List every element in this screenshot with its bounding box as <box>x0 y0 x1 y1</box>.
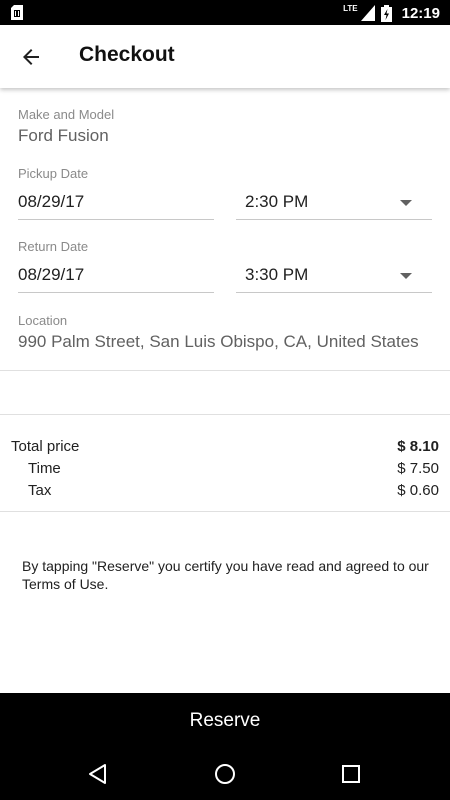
return-date-label: Return Date <box>18 239 89 254</box>
terms-text: By tapping "Reserve" you certify you hav… <box>22 558 429 592</box>
dropdown-arrow-icon <box>400 273 412 279</box>
status-time: 12:19 <box>401 4 440 22</box>
tax-label: Tax <box>28 482 52 499</box>
divider <box>0 511 450 512</box>
pickup-time-dropdown[interactable]: 2:30 PM <box>236 188 432 220</box>
return-date-value: 08/29/17 <box>18 265 85 284</box>
tax-value: $ 0.60 <box>397 482 439 499</box>
location-value: 990 Palm Street, San Luis Obispo, CA, Un… <box>18 332 419 351</box>
signal-icon <box>360 5 375 21</box>
total-price-value: $ 8.10 <box>397 438 439 455</box>
return-date-field[interactable]: 08/29/17 <box>18 261 214 293</box>
divider <box>0 370 450 371</box>
network-type: LTE <box>343 4 358 13</box>
page-title: Checkout <box>79 43 175 66</box>
pickup-time-value: 2:30 PM <box>245 192 309 211</box>
divider <box>0 414 450 415</box>
reserve-button[interactable]: Reserve <box>0 693 450 749</box>
home-circle-icon[interactable] <box>213 762 237 786</box>
app-bar: Checkout <box>0 25 450 88</box>
recents-square-icon[interactable] <box>339 762 363 786</box>
location-label: Location <box>18 313 68 328</box>
time-price-value: $ 7.50 <box>397 460 439 477</box>
total-price-label: Total price <box>11 438 80 455</box>
make-model-value: Ford Fusion <box>18 126 109 145</box>
return-time-dropdown[interactable]: 3:30 PM <box>236 261 432 293</box>
return-time-value: 3:30 PM <box>245 265 309 284</box>
battery-charging-icon <box>380 4 392 22</box>
arrow-back-icon[interactable] <box>19 45 43 69</box>
pickup-date-value: 08/29/17 <box>18 192 85 211</box>
pickup-date-field[interactable]: 08/29/17 <box>18 188 214 220</box>
system-nav-bar <box>0 749 450 800</box>
make-model-label: Make and Model <box>18 107 115 122</box>
pickup-date-label: Pickup Date <box>18 166 89 181</box>
time-price-label: Time <box>28 460 61 477</box>
sim-card-icon <box>11 5 23 20</box>
back-triangle-icon[interactable] <box>86 762 110 786</box>
dropdown-arrow-icon <box>400 200 412 206</box>
status-bar: LTE 12:19 <box>0 0 450 25</box>
